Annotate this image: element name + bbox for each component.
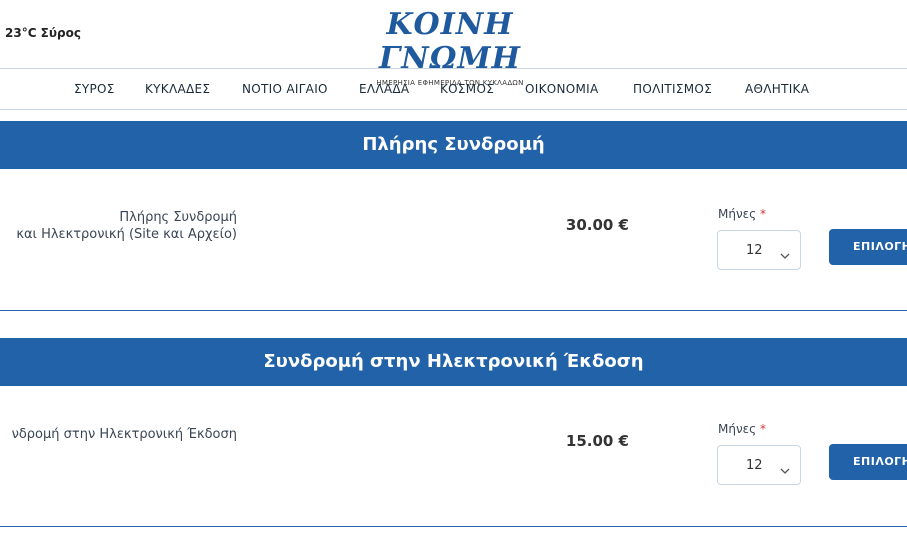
plan-title-band: Συνδρομή στην Ηλεκτρονική Έκδοση bbox=[0, 338, 907, 386]
months-label-text: Μήνες bbox=[718, 422, 757, 436]
nav-item-kosmos[interactable]: ΚΟΣΜΟΣ bbox=[440, 82, 494, 96]
weather-widget: 23°C Σύρος bbox=[5, 26, 81, 40]
logo-title: ΚΟΙΝΗ ΓΝΩΜΗ bbox=[379, 7, 521, 76]
nav-item-politismos[interactable]: ΠΟΛΙΤΙΣΜΟΣ bbox=[633, 82, 712, 96]
plan-description: Πλήρης Συνδρομή και Ηλεκτρονική (Site κα… bbox=[16, 209, 237, 243]
months-select[interactable]: 12 bbox=[717, 230, 801, 270]
nav-item-notio-aigaio[interactable]: ΝΟΤΙΟ ΑΙΓΑΙΟ bbox=[242, 82, 328, 96]
plan-description-line: και Ηλεκτρονική (Site και Αρχείο) bbox=[16, 227, 237, 242]
main-nav: ΣΥΡΟΣ ΚΥΚΛΑΔΕΣ ΝΟΤΙΟ ΑΙΓΑΙΟ ΕΛΛΑΔΑ ΚΟΣΜΟ… bbox=[0, 68, 907, 110]
nav-item-syros[interactable]: ΣΥΡΟΣ bbox=[74, 82, 115, 96]
required-asterisk: * bbox=[760, 422, 767, 436]
months-select[interactable]: 12 bbox=[717, 445, 801, 485]
nav-item-oikonomia[interactable]: ΟΙΚΟΝΟΜΙΑ bbox=[525, 82, 599, 96]
months-label: Μήνες * bbox=[718, 207, 766, 221]
plan-description: νδρομή στην Ηλεκτρονική Έκδοση bbox=[12, 426, 237, 443]
select-plan-button[interactable]: ΕΠΙΛΟΓΗ bbox=[829, 444, 907, 480]
nav-item-athlitika[interactable]: ΑΘΛΗΤΙΚΑ bbox=[745, 82, 809, 96]
months-select-value: 12 bbox=[746, 458, 763, 473]
top-header: 23°C Σύρος ΚΟΙΝΗ ΓΝΩΜΗ ΗΜΕΡΗΣΙΑ ΕΦΗΜΕΡΙΔ… bbox=[0, 0, 907, 88]
plan-divider bbox=[0, 526, 907, 527]
plan-price: 30.00 € bbox=[565, 216, 629, 234]
months-select-value: 12 bbox=[746, 243, 763, 258]
nav-item-kyklades[interactable]: ΚΥΚΛΑΔΕΣ bbox=[145, 82, 210, 96]
nav-item-ellada[interactable]: ΕΛΛΑΔΑ bbox=[359, 82, 409, 96]
plan-title-band: Πλήρης Συνδρομή bbox=[0, 121, 907, 169]
chevron-down-icon bbox=[780, 245, 790, 264]
plan-description-line: νδρομή στην Ηλεκτρονική Έκδοση bbox=[11, 427, 237, 442]
chevron-down-icon bbox=[780, 460, 790, 479]
months-label-text: Μήνες bbox=[718, 207, 757, 221]
plan-divider bbox=[0, 310, 907, 311]
months-label: Μήνες * bbox=[718, 422, 766, 436]
plan-price: 15.00 € bbox=[565, 432, 629, 450]
required-asterisk: * bbox=[760, 207, 767, 221]
select-plan-button[interactable]: ΕΠΙΛΟΓΗ bbox=[829, 229, 907, 265]
plan-description-line: Πλήρης Συνδρομή bbox=[119, 210, 237, 225]
